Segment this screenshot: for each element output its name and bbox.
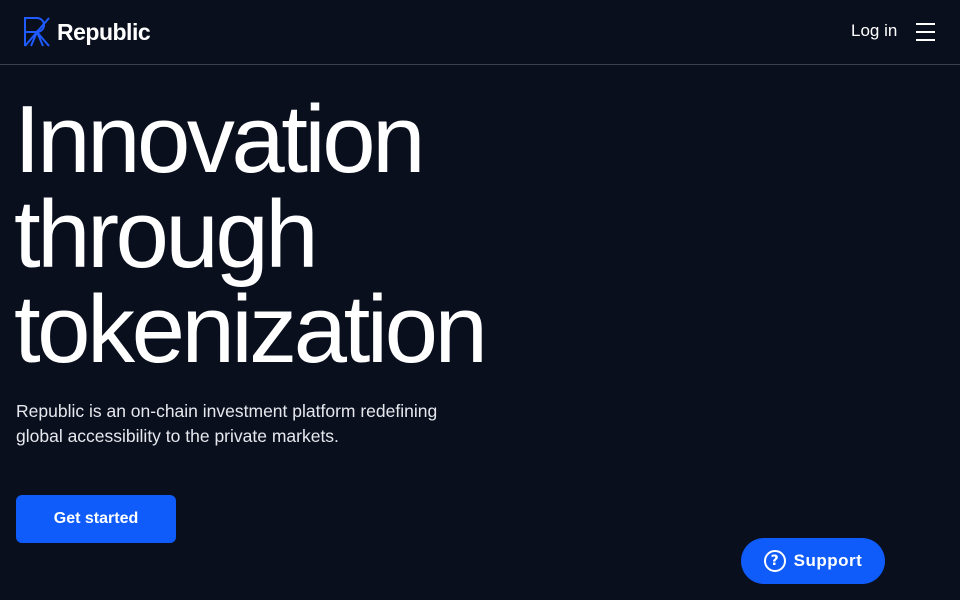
get-started-button[interactable]: Get started [16,495,176,543]
support-label: Support [793,551,863,570]
hero-title-line: Innovation [14,86,426,193]
hero-title-line: through [14,181,319,288]
hamburger-menu-icon[interactable] [912,20,938,44]
logo-text: Republic [57,18,151,45]
republic-logo-icon [24,17,50,47]
support-button[interactable]: ? Support [741,538,885,584]
hero-description: Republic is an on-chain investment platf… [16,401,438,446]
site-header: Republic Log in [0,0,960,65]
hero-title: Innovation through tokenization [14,86,714,383]
login-link[interactable]: Log in [851,21,897,41]
question-circle-icon: ? [763,550,786,572]
republic-logo[interactable]: Republic [24,17,151,47]
hero-title-line: tokenization [14,276,488,383]
